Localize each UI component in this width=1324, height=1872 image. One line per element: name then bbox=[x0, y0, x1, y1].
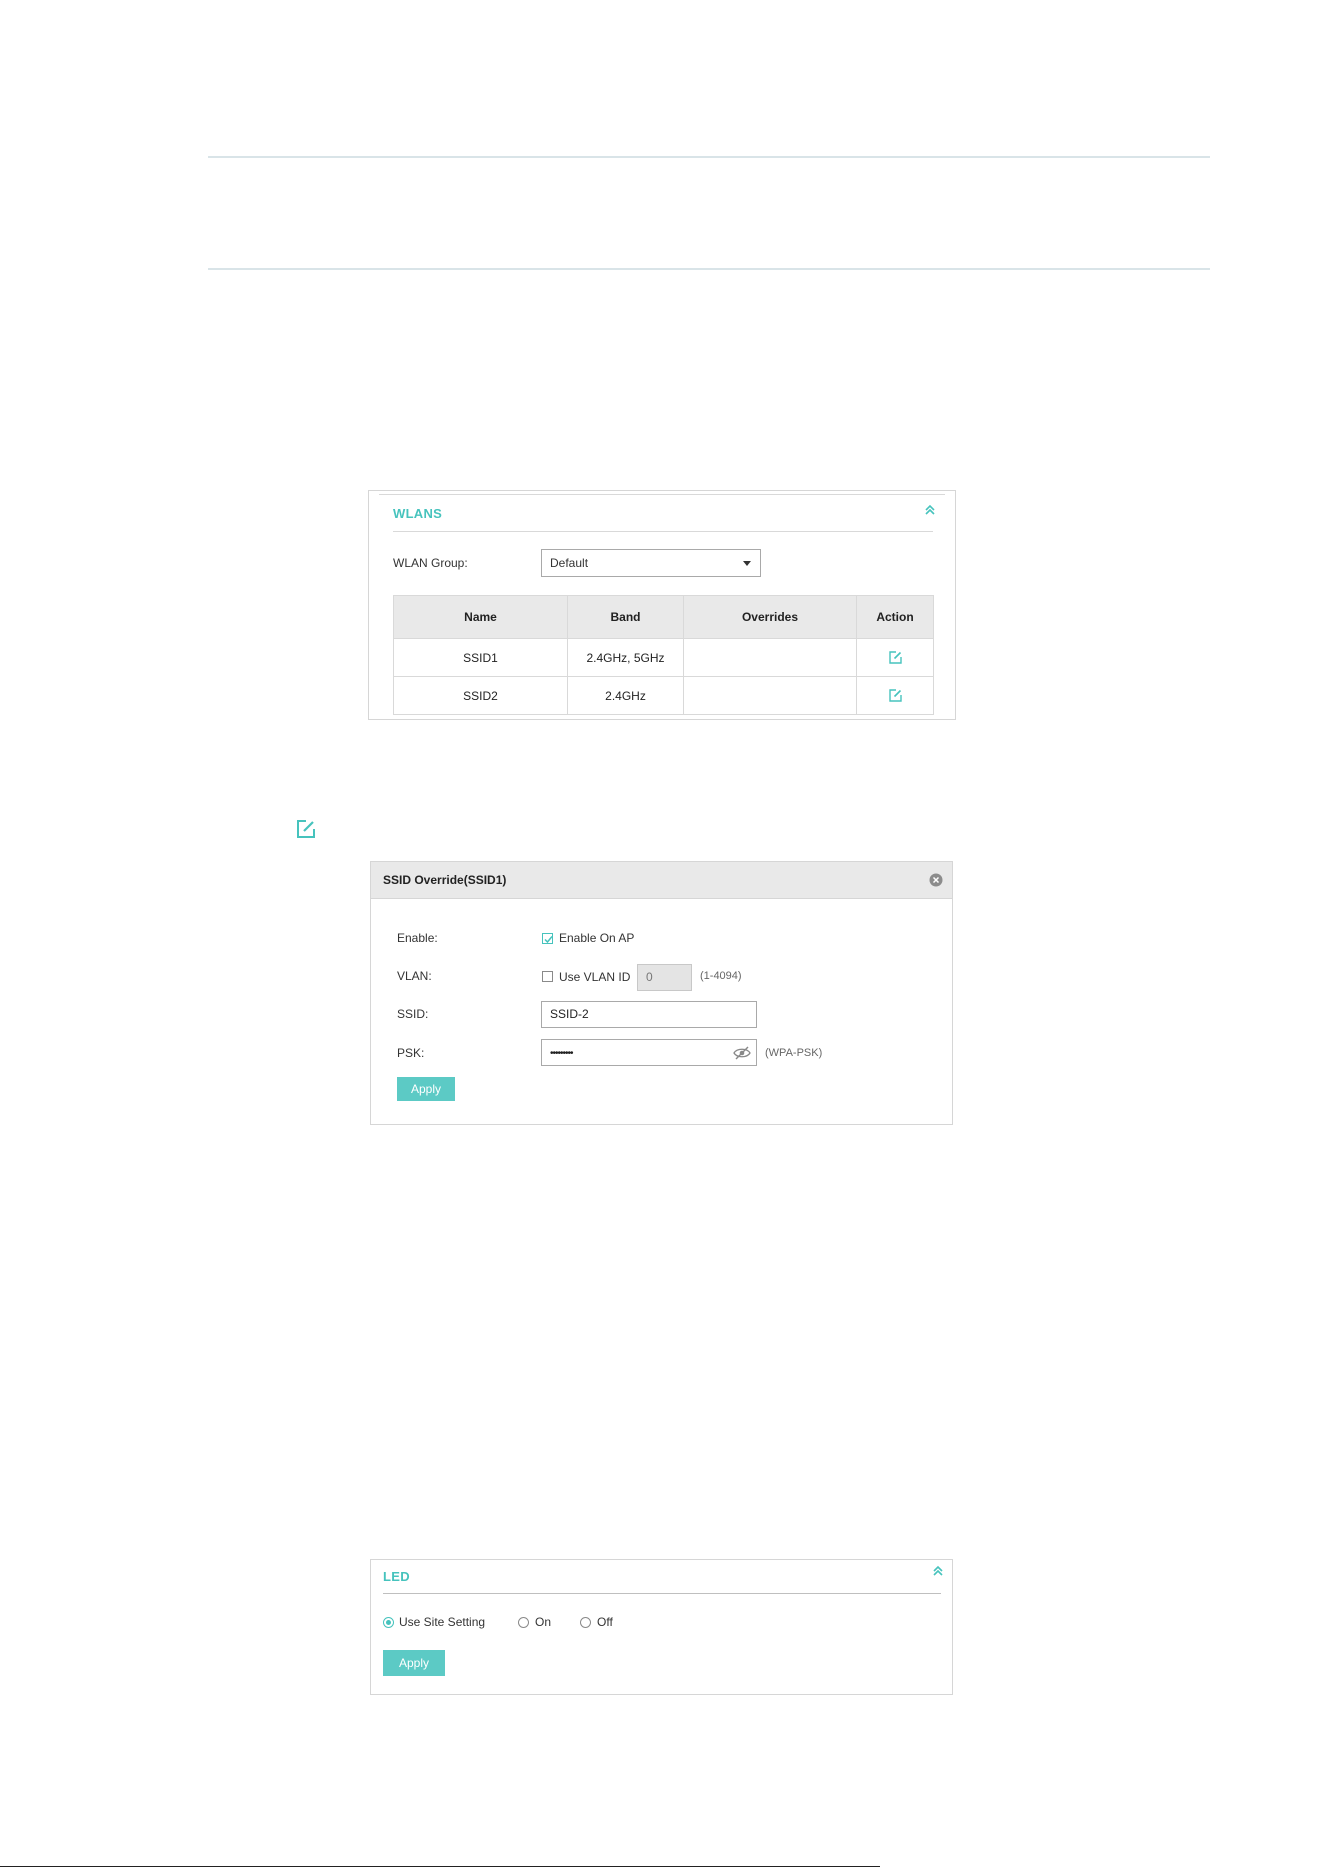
ssid-label: SSID: bbox=[397, 1007, 429, 1021]
hide-password-icon[interactable] bbox=[733, 1046, 751, 1060]
psk-input[interactable]: ••••••••• bbox=[541, 1039, 757, 1066]
second-divider bbox=[208, 268, 1210, 270]
table-row: SSID1 2.4GHz, 5GHz bbox=[393, 638, 934, 677]
ssid-input[interactable]: SSID-2 bbox=[541, 1001, 757, 1028]
vlan-label: VLAN: bbox=[397, 969, 432, 983]
title-divider bbox=[393, 531, 933, 532]
on-radio[interactable] bbox=[518, 1617, 529, 1628]
collapse-icon[interactable] bbox=[923, 503, 937, 517]
psk-type-hint: (WPA-PSK) bbox=[765, 1047, 823, 1059]
use-site-setting-radio[interactable] bbox=[383, 1617, 394, 1628]
check-icon bbox=[544, 936, 553, 944]
wlan-group-value: Default bbox=[550, 556, 589, 570]
dialog-header: SSID Override(SSID1) bbox=[371, 862, 952, 899]
footer-divider bbox=[0, 1866, 880, 1867]
wlan-group-select[interactable]: Default bbox=[541, 549, 761, 577]
header-overrides: Overrides bbox=[683, 595, 857, 639]
psk-label: PSK: bbox=[397, 1046, 425, 1060]
panel-top-line bbox=[379, 494, 945, 495]
cell-name: SSID2 bbox=[393, 676, 568, 715]
wlans-panel: WLANS WLAN Group: Default Name Band Over… bbox=[368, 490, 956, 720]
panel-title: WLANS bbox=[393, 506, 443, 521]
use-vlan-id-label: Use VLAN ID bbox=[559, 970, 631, 984]
cell-band: 2.4GHz bbox=[567, 676, 684, 715]
psk-value: ••••••••• bbox=[550, 1048, 573, 1059]
use-vlan-id-checkbox[interactable] bbox=[542, 971, 553, 982]
table-row: SSID2 2.4GHz bbox=[393, 676, 934, 715]
header-band: Band bbox=[567, 595, 684, 639]
dialog-title: SSID Override(SSID1) bbox=[383, 873, 507, 887]
edit-icon[interactable] bbox=[888, 688, 903, 703]
off-radio[interactable] bbox=[580, 1617, 591, 1628]
title-divider bbox=[383, 1593, 941, 1594]
wlan-table: Name Band Overrides Action SSID1 2.4GHz,… bbox=[393, 595, 934, 715]
panel-title: LED bbox=[383, 1569, 410, 1584]
cell-action bbox=[856, 638, 934, 677]
header-name: Name bbox=[393, 595, 568, 639]
vlan-id-input[interactable]: 0 bbox=[637, 964, 692, 991]
header-action: Action bbox=[856, 595, 934, 639]
cell-name: SSID1 bbox=[393, 638, 568, 677]
cell-overrides bbox=[683, 676, 857, 715]
cell-band: 2.4GHz, 5GHz bbox=[567, 638, 684, 677]
enable-on-ap-checkbox[interactable] bbox=[542, 933, 553, 944]
apply-button[interactable]: Apply bbox=[397, 1077, 455, 1101]
edit-icon[interactable] bbox=[888, 650, 903, 665]
chevron-down-icon bbox=[743, 561, 751, 566]
wlan-group-label: WLAN Group: bbox=[393, 556, 468, 570]
ssid-override-dialog: SSID Override(SSID1) Enable: Enable On A… bbox=[370, 861, 953, 1125]
led-panel: LED Use Site Setting On Off Apply bbox=[370, 1559, 953, 1695]
edit-icon bbox=[297, 820, 315, 838]
cell-action bbox=[856, 676, 934, 715]
top-divider bbox=[208, 156, 1210, 158]
enable-on-ap-label: Enable On AP bbox=[559, 931, 635, 945]
off-label: Off bbox=[597, 1615, 613, 1629]
apply-button[interactable]: Apply bbox=[383, 1650, 445, 1676]
cell-overrides bbox=[683, 638, 857, 677]
table-header-row: Name Band Overrides Action bbox=[393, 595, 934, 639]
collapse-icon[interactable] bbox=[931, 1564, 945, 1578]
enable-label: Enable: bbox=[397, 931, 438, 945]
use-site-setting-label: Use Site Setting bbox=[399, 1615, 486, 1629]
vlan-range-hint: (1-4094) bbox=[700, 970, 742, 982]
on-label: On bbox=[535, 1615, 552, 1629]
close-icon[interactable] bbox=[929, 873, 943, 887]
